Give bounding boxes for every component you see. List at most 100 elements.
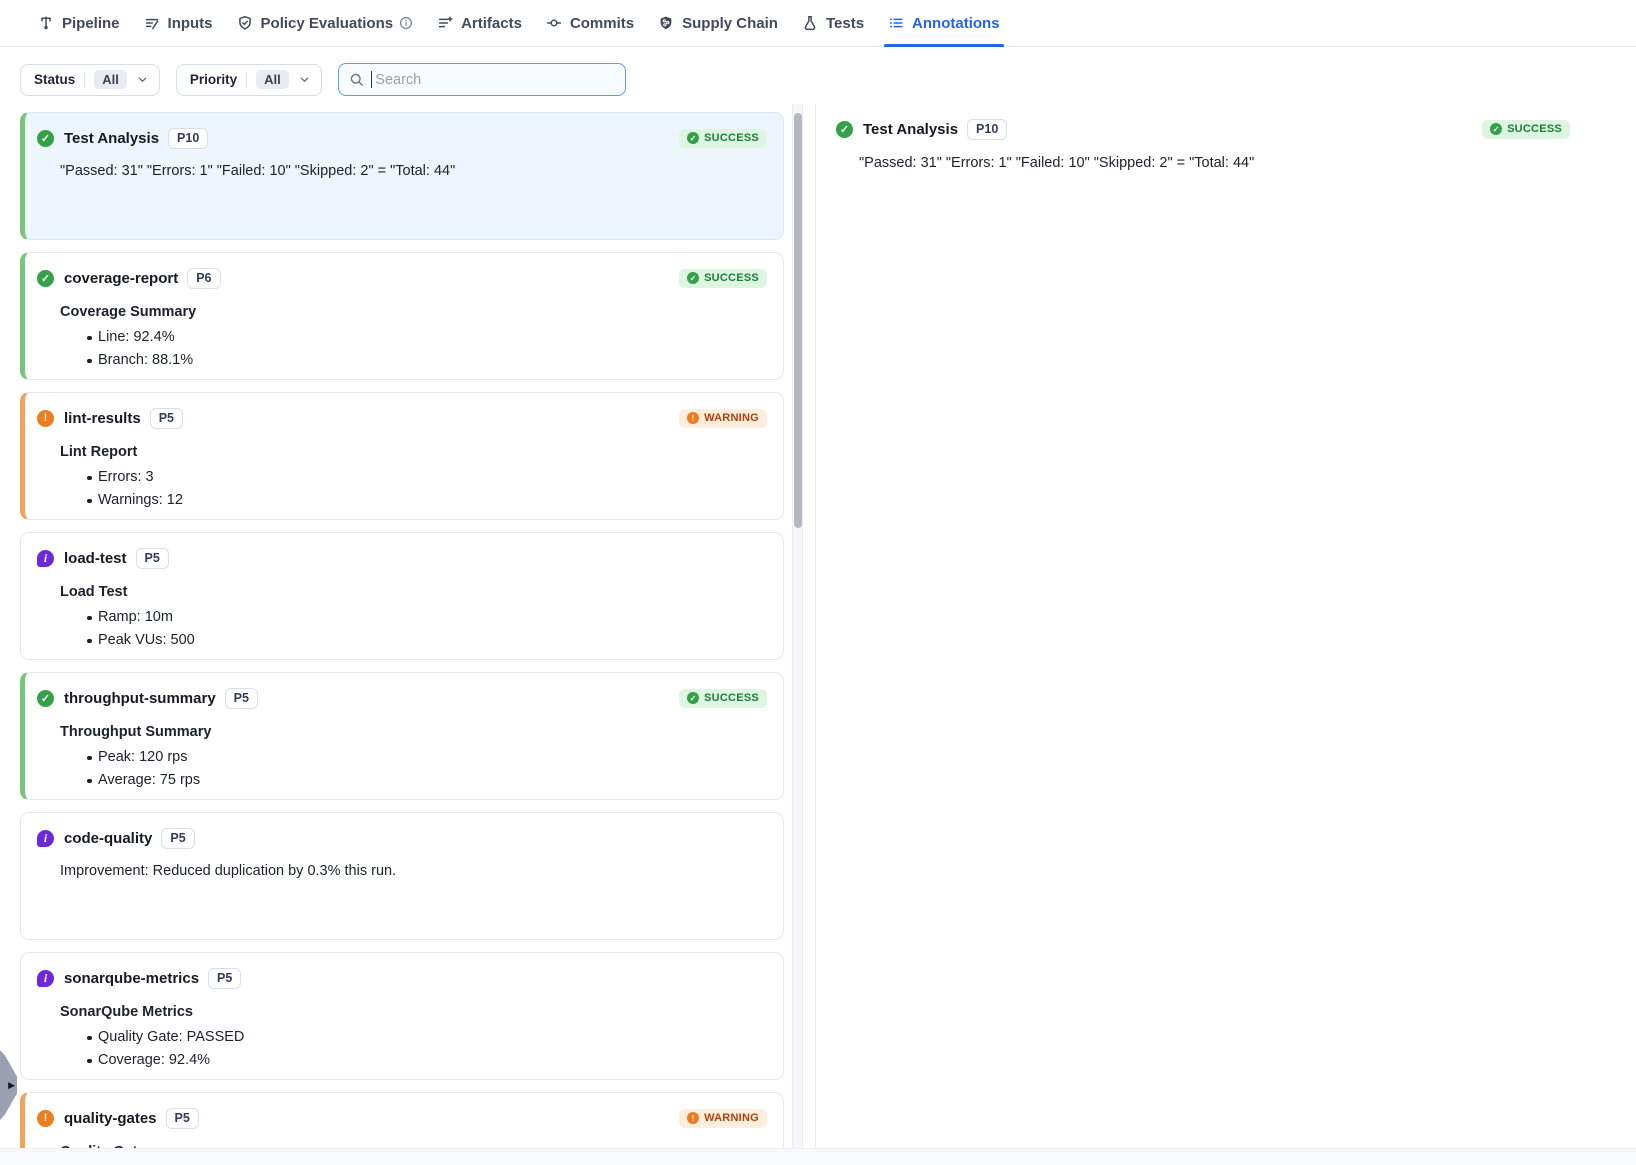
annotation-title: sonarqube-metrics: [64, 970, 199, 987]
status-badge-label: SUCCESS: [704, 272, 759, 284]
card-body: "Passed: 31" "Errors: 1" "Failed: 10" "S…: [60, 161, 767, 182]
card-header: icode-qualityP5: [37, 826, 767, 850]
success-icon: ✓: [37, 130, 54, 147]
scrollbar-track[interactable]: [792, 104, 803, 1148]
annotation-title: quality-gates: [64, 1110, 157, 1127]
info-icon: i: [37, 830, 54, 847]
annotation-bullet-item: Errors: 3: [60, 466, 767, 489]
warning-icon: !: [687, 1112, 699, 1124]
tab-label: Annotations: [912, 15, 1000, 32]
annotation-card[interactable]: isonarqube-metricsP5 SonarQube Metrics Qua…: [20, 952, 784, 1080]
annotations-icon: [888, 15, 904, 31]
annotation-title: Test Analysis: [64, 130, 159, 147]
annotation-bullet-item: Branch: 88.1%: [60, 349, 767, 372]
annotation-bullet-item: Peak VUs: 500: [60, 629, 767, 652]
annotation-bullet-list: Ramp: 10mPeak VUs: 500: [60, 606, 767, 652]
annotation-card[interactable]: ✓ Test Analysis P10 ✓SUCCESS "Passed: 31" "E…: [20, 112, 784, 240]
divider: [84, 72, 85, 88]
priority-filter-dropdown[interactable]: Priority All: [176, 64, 322, 96]
divider: [246, 72, 247, 88]
annotation-card[interactable]: ✓throughput-summaryP5✓SUCCESSThroughput …: [20, 672, 784, 800]
card-body: Coverage SummaryLine: 92.4%Branch: 88.1%: [60, 301, 767, 372]
priority-badge: P10: [168, 128, 208, 149]
annotation-card[interactable]: !lint-resultsP5!WARNINGLint ReportErrors…: [20, 392, 784, 520]
tab-inputs[interactable]: Inputs: [132, 0, 225, 46]
tab-label: Artifacts: [461, 15, 522, 32]
status-badge-label: SUCCESS: [704, 692, 759, 704]
priority-badge: P6: [187, 268, 220, 289]
success-icon: ✓: [37, 690, 54, 707]
card-body: Load TestRamp: 10mPeak VUs: 500: [60, 581, 767, 652]
status-badge-label: SUCCESS: [1507, 123, 1562, 135]
annotation-title: lint-results: [64, 410, 141, 427]
card-header: !lint-resultsP5!WARNING: [37, 406, 767, 430]
tab-label: Commits: [570, 15, 634, 32]
info-icon: i: [37, 550, 54, 567]
annotation-card[interactable]: iload-testP5Load TestRamp: 10mPeak VUs: …: [20, 532, 784, 660]
annotation-card[interactable]: ✓ coverage-report P6 ✓ SUCCESS Coverage Summa…: [20, 252, 784, 380]
policy-icon: [237, 15, 253, 31]
annotation-list: ✓Test AnalysisP10✓SUCCESS"Passed: 31" "E…: [0, 104, 790, 1148]
status-badge-label: SUCCESS: [704, 132, 759, 144]
tab-artifacts[interactable]: Artifacts: [425, 0, 534, 46]
artifacts-icon: [437, 15, 453, 31]
card-header: ✓throughput-summaryP5✓SUCCESS: [37, 686, 767, 710]
detail-header: ✓ Test Analysis P10 ✓ SUCCESS: [816, 117, 1636, 141]
supply-chain-icon: [658, 15, 674, 31]
tab-commits[interactable]: Commits: [534, 0, 646, 46]
status-badge-label: WARNING: [704, 1112, 759, 1124]
priority-filter-label: Priority: [190, 72, 237, 87]
priority-badge: P5: [166, 1108, 199, 1129]
scrollbar-thumb[interactable]: [794, 113, 802, 528]
card-body: Quality Gates: [60, 1141, 767, 1148]
status-filter-label: Status: [34, 72, 75, 87]
annotation-body-heading: Lint Report: [60, 441, 767, 463]
tab-policy-evaluations[interactable]: Policy Evaluations: [225, 0, 426, 46]
success-icon: ✓: [37, 270, 54, 287]
tab-pipeline[interactable]: Pipeline: [26, 0, 132, 46]
search-box[interactable]: [338, 63, 626, 96]
info-circle-icon: [399, 16, 413, 30]
search-input[interactable]: [372, 72, 617, 88]
annotation-card[interactable]: icode-qualityP5Improvement: Reduced dupl…: [20, 812, 784, 940]
annotation-bullet-list: Quality Gate: PASSEDCoverage: 92.4%: [60, 1026, 767, 1072]
annotation-body-heading: SonarQube Metrics: [60, 1001, 767, 1023]
status-badge: ✓ SUCCESS: [1482, 120, 1570, 139]
success-icon: ✓: [1490, 123, 1502, 135]
annotation-detail-pane: ✓ Test Analysis P10 ✓ SUCCESS "Passed: 3…: [816, 104, 1636, 1148]
status-badge: ! WARNING: [679, 1109, 767, 1128]
status-filter-dropdown[interactable]: Status All: [20, 64, 160, 96]
status-filter-value: All: [94, 70, 127, 89]
status-badge-label: WARNING: [704, 412, 759, 424]
annotation-bullet-list: Line: 92.4%Branch: 88.1%: [60, 326, 767, 372]
annotation-bullet-item: Line: 92.4%: [60, 326, 767, 349]
inputs-icon: [144, 15, 160, 31]
tab-supply-chain[interactable]: Supply Chain: [646, 0, 790, 46]
annotation-bullet-list: Peak: 120 rpsAverage: 75 rps: [60, 746, 767, 792]
annotation-bullet-item: Ramp: 10m: [60, 606, 767, 629]
detail-title: Test Analysis: [863, 121, 958, 138]
filter-bar: Status All Priority All: [0, 47, 1636, 96]
success-icon: ✓: [687, 692, 699, 704]
annotation-title: load-test: [64, 550, 127, 567]
card-header: ✓ Test Analysis P10 ✓SUCCESS: [37, 126, 767, 150]
detail-body-text: "Passed: 31" "Errors: 1" "Failed: 10" "S…: [859, 153, 1570, 174]
annotation-bullet-item: Quality Gate: PASSED: [60, 1026, 767, 1049]
annotation-bullet-item: Average: 75 rps: [60, 769, 767, 792]
success-icon: ✓: [687, 272, 699, 284]
search-icon: [349, 72, 364, 87]
annotation-title: code-quality: [64, 830, 152, 847]
annotation-text: "Passed: 31" "Errors: 1" "Failed: 10" "S…: [60, 161, 767, 182]
card-header: isonarqube-metricsP5: [37, 966, 767, 990]
card-header: iload-testP5: [37, 546, 767, 570]
annotation-title: coverage-report: [64, 270, 178, 287]
annotation-bullet-item: Warnings: 12: [60, 489, 767, 512]
tab-tests[interactable]: Tests: [790, 0, 876, 46]
status-badge: ✓SUCCESS: [679, 129, 767, 148]
warning-icon: !: [687, 412, 699, 424]
annotation-card[interactable]: ! quality-gates P5 ! WARNING Quality Gates: [20, 1092, 784, 1148]
tab-label: Supply Chain: [682, 15, 778, 32]
priority-badge: P5: [150, 408, 183, 429]
tab-annotations[interactable]: Annotations: [876, 0, 1012, 46]
tab-label: Pipeline: [62, 15, 120, 32]
